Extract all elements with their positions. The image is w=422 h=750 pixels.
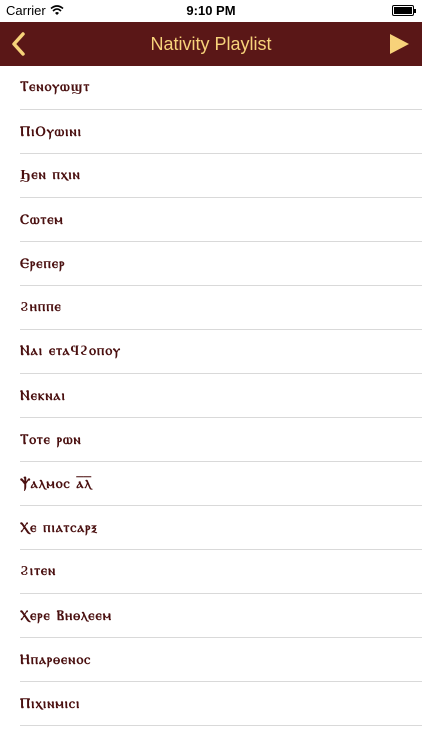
list-item-label: Ⲉⲣⲉⲡⲉⲣ	[20, 255, 66, 272]
playlist: Ⲧⲉⲛⲟⲩⲱϣⲧ ⲠⲓⲞⲩⲱⲓⲛⲓ Ϧⲉⲛ ⲡⲭⲓⲛ Ⲥⲱⲧⲉⲙ Ⲉⲣⲉⲡⲉⲣ Ϩⲏⲡⲡⲉ…	[0, 66, 422, 726]
list-item-label: Ⲯⲁⲗⲙⲟⲥ ⲁ̅ⲗ̅	[20, 475, 93, 492]
chevron-left-icon[interactable]	[8, 31, 30, 57]
list-item[interactable]: Ⲯⲁⲗⲙⲟⲥ ⲁ̅ⲗ̅	[20, 462, 422, 506]
list-item[interactable]: Ⲭⲉ ⲡⲓⲁⲧⲥⲁⲣⲝ	[20, 506, 422, 550]
list-item[interactable]: Ϩⲓⲧⲉⲛ	[20, 550, 422, 594]
list-item[interactable]: Ⲭⲉⲣⲉ Ⲃⲏⲑⲗⲉⲉⲙ	[20, 594, 422, 638]
list-item[interactable]: Ⲏⲡⲁⲣⲑⲉⲛⲟⲥ	[20, 638, 422, 682]
list-item-label: Ⲧⲉⲛⲟⲩⲱϣⲧ	[20, 79, 91, 95]
list-item[interactable]: ⲠⲓⲞⲩⲱⲓⲛⲓ	[20, 110, 422, 154]
status-bar: Carrier 9:10 PM	[0, 0, 422, 22]
battery-icon	[392, 5, 416, 16]
page-title: Nativity Playlist	[150, 33, 272, 54]
list-item[interactable]: Ⲡⲓⲭⲓⲛⲙⲓⲥⲓ	[20, 682, 422, 726]
list-item-label: Ⲭⲉⲣⲉ Ⲃⲏⲑⲗⲉⲉⲙ	[20, 607, 112, 624]
list-item-label: Ⲧⲟⲧⲉ ⲣⲱⲛ	[20, 431, 82, 448]
list-item-label: Ⲛⲉⲕⲛⲁⲓ	[20, 387, 66, 404]
list-item[interactable]: Ϩⲏⲡⲡⲉ	[20, 286, 422, 330]
list-item[interactable]: Ⲛⲉⲕⲛⲁⲓ	[20, 374, 422, 418]
list-item-label: ⲠⲓⲞⲩⲱⲓⲛⲓ	[20, 123, 82, 140]
list-item[interactable]: Ⲧⲉⲛⲟⲩⲱϣⲧ	[20, 66, 422, 110]
list-item[interactable]: Ⲧⲟⲧⲉ ⲣⲱⲛ	[20, 418, 422, 462]
list-item-label: Ⲡⲓⲭⲓⲛⲙⲓⲥⲓ	[20, 695, 81, 712]
status-time: 9:10 PM	[186, 3, 236, 18]
list-item-label: Ⲏⲡⲁⲣⲑⲉⲛⲟⲥ	[20, 651, 92, 668]
list-item[interactable]: Ⲉⲣⲉⲡⲉⲣ	[20, 242, 422, 286]
list-item-label: Ⲛⲁⲓ ⲉⲧⲁϥϩⲟⲡⲟⲩ	[20, 343, 122, 359]
list-item[interactable]: Ⲛⲁⲓ ⲉⲧⲁϥϩⲟⲡⲟⲩ	[20, 330, 422, 374]
navigation-bar: Nativity Playlist	[0, 22, 422, 66]
list-item-label: Ϧⲉⲛ ⲡⲭⲓⲛ	[20, 167, 81, 183]
play-icon[interactable]	[386, 31, 412, 57]
list-item-label: Ⲥⲱⲧⲉⲙ	[20, 211, 64, 228]
list-item-label: Ϩⲏⲡⲡⲉ	[20, 299, 62, 315]
list-item[interactable]: Ϧⲉⲛ ⲡⲭⲓⲛ	[20, 154, 422, 198]
list-item[interactable]: Ⲥⲱⲧⲉⲙ	[20, 198, 422, 242]
list-item-label: Ϩⲓⲧⲉⲛ	[20, 563, 57, 579]
list-item-label: Ⲭⲉ ⲡⲓⲁⲧⲥⲁⲣⲝ	[20, 519, 98, 536]
